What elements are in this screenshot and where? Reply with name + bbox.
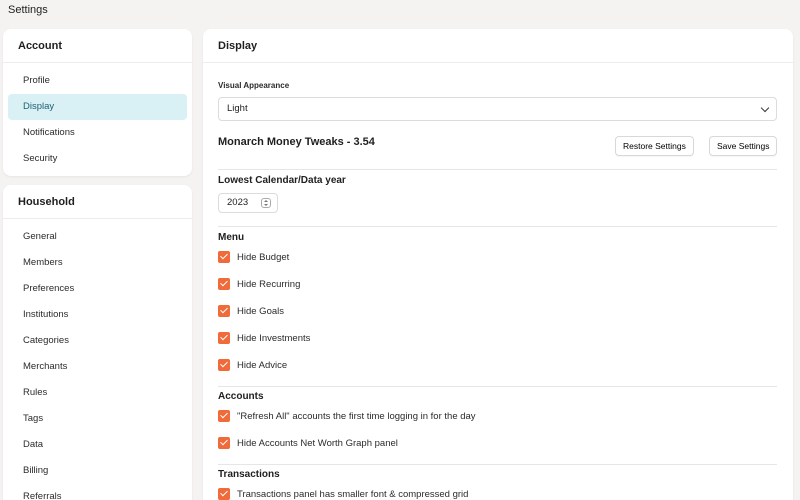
checkbox-checked-icon[interactable] [218, 437, 230, 449]
checkbox-label: "Refresh All" accounts the first time lo… [237, 410, 476, 422]
hide-recurring-checkbox[interactable]: Hide Recurring [218, 277, 300, 291]
checkbox-checked-icon[interactable] [218, 305, 230, 317]
menu-section-title: Menu [218, 232, 245, 243]
lowest-year-label: Lowest Calendar/Data year [218, 175, 346, 186]
hide-advice-checkbox[interactable]: Hide Advice [218, 358, 287, 372]
lowest-year-input[interactable]: 2023 [218, 193, 278, 213]
sidebar-item-security[interactable]: Security [8, 146, 187, 172]
visual-appearance-label: Visual Appearance [218, 81, 290, 90]
account-card-title: Account [3, 29, 192, 63]
accounts-section-title: Accounts [218, 391, 264, 402]
household-card-title: Household [3, 185, 192, 219]
sidebar-item-general[interactable]: General [8, 224, 187, 250]
checkbox-label: Hide Advice [237, 359, 288, 371]
hide-goals-checkbox[interactable]: Hide Goals [218, 304, 284, 318]
sidebar-item-data[interactable]: Data [8, 432, 187, 458]
account-nav: Profile Display Notifications Security [3, 63, 192, 172]
sidebar-item-categories[interactable]: Categories [8, 328, 187, 354]
display-card-title: Display [203, 29, 793, 63]
checkbox-checked-icon[interactable] [218, 251, 230, 263]
chevron-down-icon [760, 103, 770, 113]
divider [218, 169, 777, 170]
checkbox-label: Hide Investments [237, 332, 311, 344]
sidebar-item-referrals[interactable]: Referrals [8, 484, 187, 500]
transactions-section-title: Transactions [218, 469, 280, 480]
sidebar-item-notifications[interactable]: Notifications [8, 120, 187, 146]
page-title: Settings [8, 4, 48, 16]
checkbox-checked-icon[interactable] [218, 410, 230, 422]
stepper-icon[interactable] [261, 198, 271, 208]
checkbox-checked-icon[interactable] [218, 332, 230, 344]
sidebar-item-display[interactable]: Display [8, 94, 187, 120]
save-settings-button[interactable]: Save Settings [709, 136, 778, 156]
visual-appearance-value: Light [227, 103, 248, 114]
checkbox-label: Hide Recurring [237, 278, 301, 290]
household-card: Household General Members Preferences In… [3, 185, 192, 500]
checkbox-checked-icon[interactable] [218, 488, 230, 500]
checkbox-label: Hide Accounts Net Worth Graph panel [237, 437, 398, 449]
sidebar-item-billing[interactable]: Billing [8, 458, 187, 484]
sidebar-item-profile[interactable]: Profile [8, 68, 187, 94]
divider [218, 386, 777, 387]
checkbox-label: Transactions panel has smaller font & co… [237, 488, 469, 500]
visual-appearance-select[interactable]: Light [218, 97, 777, 121]
sidebar-item-rules[interactable]: Rules [8, 380, 187, 406]
hide-budget-checkbox[interactable]: Hide Budget [218, 250, 289, 264]
checkbox-checked-icon[interactable] [218, 359, 230, 371]
restore-settings-button[interactable]: Restore Settings [615, 136, 694, 156]
display-card: Display Visual Appearance Light Monarch … [203, 29, 793, 500]
refresh-all-checkbox[interactable]: "Refresh All" accounts the first time lo… [218, 409, 476, 423]
household-nav: General Members Preferences Institutions… [3, 219, 192, 500]
compressed-grid-checkbox[interactable]: Transactions panel has smaller font & co… [218, 487, 468, 500]
checkbox-label: Hide Goals [237, 305, 284, 317]
hide-net-worth-graph-checkbox[interactable]: Hide Accounts Net Worth Graph panel [218, 436, 398, 450]
sidebar-item-merchants[interactable]: Merchants [8, 354, 187, 380]
account-card: Account Profile Display Notifications Se… [3, 29, 192, 176]
sidebar-item-tags[interactable]: Tags [8, 406, 187, 432]
checkbox-checked-icon[interactable] [218, 278, 230, 290]
tweaks-title: Monarch Money Tweaks - 3.54 [218, 136, 375, 148]
divider [218, 464, 777, 465]
hide-investments-checkbox[interactable]: Hide Investments [218, 331, 310, 345]
sidebar-item-members[interactable]: Members [8, 250, 187, 276]
checkbox-label: Hide Budget [237, 251, 290, 263]
divider [218, 226, 777, 227]
sidebar-item-institutions[interactable]: Institutions [8, 302, 187, 328]
sidebar-item-preferences[interactable]: Preferences [8, 276, 187, 302]
lowest-year-value: 2023 [227, 197, 249, 208]
